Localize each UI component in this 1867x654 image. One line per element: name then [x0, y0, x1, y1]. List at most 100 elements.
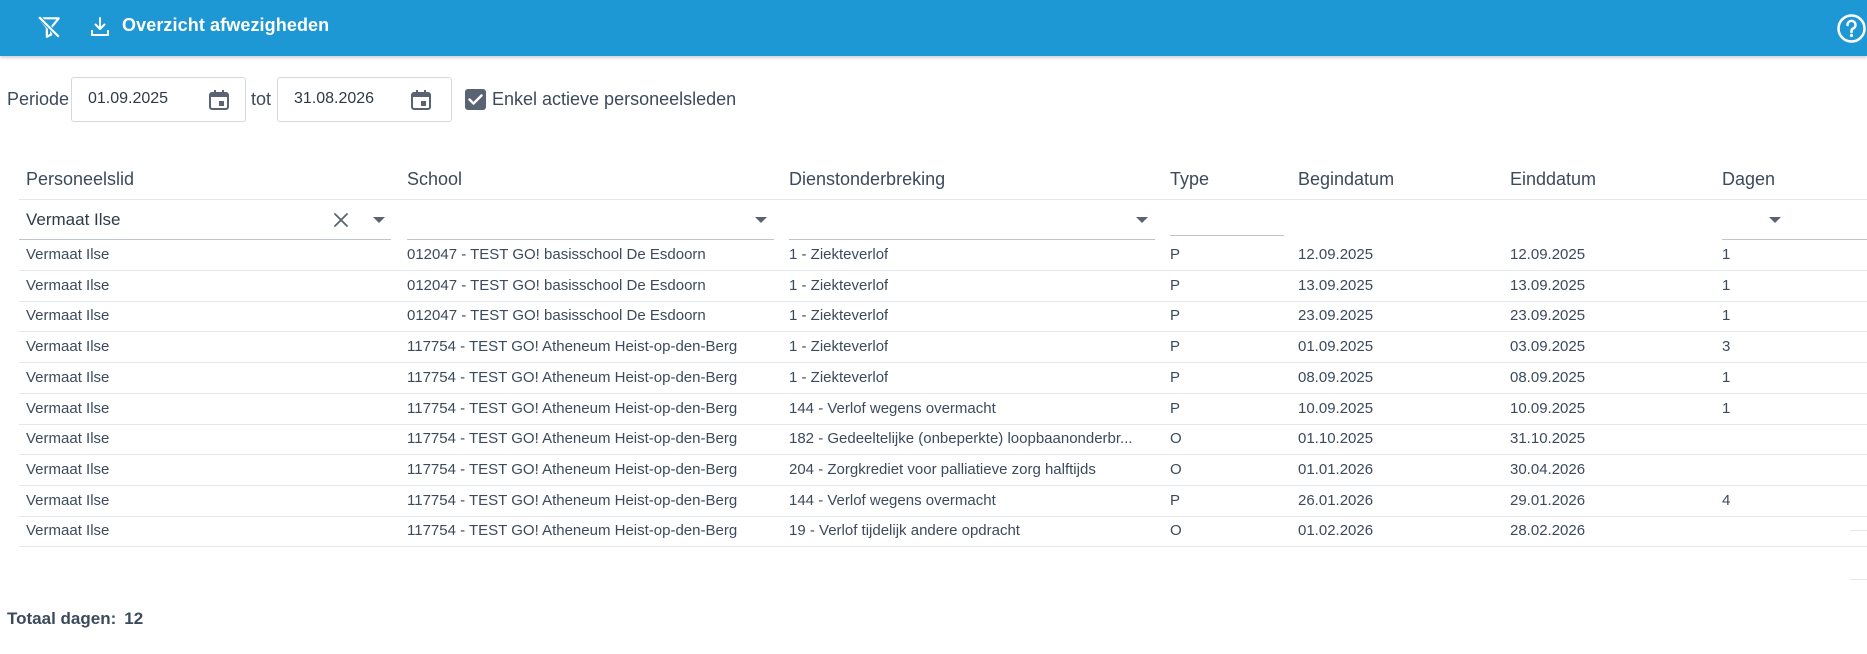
- total-days-label: Totaal dagen:: [7, 609, 117, 628]
- help-icon[interactable]: [1836, 13, 1867, 44]
- cell-dagen: 1: [1722, 368, 1731, 386]
- chevron-down-icon[interactable]: [1136, 217, 1148, 223]
- cell-dienstonderbreking: 144 - Verlof wegens overmacht: [789, 491, 996, 509]
- cell-personeelslid: Vermaat Ilse: [26, 460, 110, 478]
- cell-dienstonderbreking: 204 - Zorgkrediet voor palliatieve zorg …: [789, 460, 1096, 478]
- cell-personeelslid: Vermaat Ilse: [26, 430, 110, 448]
- cell-dagen: 3: [1722, 338, 1731, 356]
- cell-begindatum: 01.02.2026: [1298, 522, 1374, 540]
- cell-einddatum: 10.09.2025: [1510, 399, 1586, 417]
- cell-einddatum: 08.09.2025: [1510, 368, 1586, 386]
- table-row[interactable]: Vermaat Ilse 117754 - TEST GO! Atheneum H…: [19, 516, 1867, 548]
- chevron-down-icon[interactable]: [755, 217, 767, 223]
- only-active-label[interactable]: Enkel actieve personeelsleden: [492, 89, 736, 110]
- cell-type: O: [1170, 430, 1182, 448]
- cell-school: 117754 - TEST GO! Atheneum Heist-op-den-…: [407, 368, 738, 386]
- cell-begindatum: 26.01.2026: [1298, 491, 1374, 509]
- cell-dienstonderbreking: 19 - Verlof tijdelijk andere opdracht: [789, 522, 1020, 540]
- only-active-checkbox[interactable]: [465, 89, 486, 110]
- table-row[interactable]: Vermaat Ilse 012047 - TEST GO! basisschoo…: [19, 271, 1867, 302]
- cell-type: O: [1170, 460, 1182, 478]
- cell-school: 012047 - TEST GO! basisschool De Esdoorn: [407, 307, 706, 325]
- clear-icon[interactable]: [332, 211, 350, 229]
- column-header-dagen[interactable]: Dagen: [1722, 169, 1775, 190]
- column-header-einddatum[interactable]: Einddatum: [1510, 169, 1596, 190]
- cell-einddatum: 31.10.2025: [1510, 430, 1586, 448]
- date-to-input[interactable]: [294, 90, 404, 108]
- table-row[interactable]: Vermaat Ilse 117754 - TEST GO! Atheneum H…: [19, 363, 1867, 394]
- cell-personeelslid: Vermaat Ilse: [26, 338, 110, 356]
- cell-type: P: [1170, 307, 1181, 325]
- table-row[interactable]: Vermaat Ilse 117754 - TEST GO! Atheneum H…: [19, 455, 1867, 486]
- cell-personeelslid: Vermaat Ilse: [26, 491, 110, 509]
- cell-einddatum: 13.09.2025: [1510, 276, 1586, 294]
- filter-dienstonderbreking[interactable]: [789, 200, 1155, 240]
- table-row[interactable]: Vermaat Ilse 117754 - TEST GO! Atheneum H…: [19, 424, 1867, 456]
- date-from-input[interactable]: [88, 90, 198, 108]
- cell-begindatum: 12.09.2025: [1298, 246, 1374, 263]
- column-header-dienstonderbreking[interactable]: Dienstonderbreking: [789, 169, 945, 190]
- date-to-field[interactable]: [277, 77, 452, 122]
- calendar-icon[interactable]: [409, 88, 433, 112]
- filter-school[interactable]: [407, 200, 774, 240]
- cell-einddatum: 28.02.2026: [1510, 522, 1586, 540]
- chevron-down-icon[interactable]: [1769, 217, 1781, 223]
- download-icon[interactable]: [90, 16, 110, 38]
- filter-type[interactable]: [1170, 200, 1284, 236]
- cell-personeelslid: Vermaat Ilse: [26, 399, 110, 417]
- cell-school: 117754 - TEST GO! Atheneum Heist-op-den-…: [407, 522, 738, 540]
- table-row[interactable]: Vermaat Ilse 012047 - TEST GO! basisschoo…: [19, 301, 1867, 333]
- cell-dienstonderbreking: 1 - Ziekteverlof: [789, 368, 889, 386]
- table-row[interactable]: Vermaat Ilse 117754 - TEST GO! Atheneum H…: [19, 332, 1867, 364]
- cell-dienstonderbreking: 182 - Gedeeltelijke (onbeperkte) loopbaa…: [789, 430, 1133, 448]
- cell-school: 117754 - TEST GO! Atheneum Heist-op-den-…: [407, 430, 738, 448]
- cell-dienstonderbreking: 144 - Verlof wegens overmacht: [789, 399, 996, 417]
- cell-dienstonderbreking: 1 - Ziekteverlof: [789, 276, 889, 294]
- cell-type: P: [1170, 276, 1181, 294]
- cell-personeelslid: Vermaat Ilse: [26, 522, 110, 540]
- cell-type: P: [1170, 399, 1181, 417]
- cell-school: 012047 - TEST GO! basisschool De Esdoorn: [407, 246, 706, 263]
- table-row[interactable]: Vermaat Ilse 117754 - TEST GO! Atheneum H…: [19, 394, 1867, 425]
- cell-dienstonderbreking: 1 - Ziekteverlof: [789, 338, 889, 356]
- column-header-school[interactable]: School: [407, 169, 462, 190]
- cell-type: P: [1170, 368, 1181, 386]
- column-header-personeelslid[interactable]: Personeelslid: [26, 169, 134, 190]
- cell-einddatum: 03.09.2025: [1510, 338, 1586, 356]
- column-header-begindatum[interactable]: Begindatum: [1298, 169, 1394, 190]
- table-row[interactable]: Vermaat Ilse 012047 - TEST GO! basisschoo…: [19, 240, 1867, 271]
- cell-begindatum: 01.01.2026: [1298, 460, 1374, 478]
- periode-label: Periode: [7, 89, 70, 109]
- chevron-down-icon[interactable]: [373, 217, 385, 223]
- filter-off-icon[interactable]: [36, 14, 62, 40]
- filter-personeelslid-value[interactable]: Vermaat Ilse: [26, 210, 121, 230]
- cell-begindatum: 01.10.2025: [1298, 430, 1374, 448]
- cell-begindatum: 08.09.2025: [1298, 368, 1374, 386]
- total-days-value: 12: [124, 609, 144, 628]
- page-title[interactable]: Overzicht afwezigheden: [122, 15, 329, 36]
- filter-personeelslid[interactable]: Vermaat Ilse: [19, 200, 391, 240]
- cell-personeelslid: Vermaat Ilse: [26, 246, 110, 263]
- cell-einddatum: 23.09.2025: [1510, 307, 1586, 325]
- tot-label: tot: [251, 89, 272, 109]
- cell-personeelslid: Vermaat Ilse: [26, 368, 110, 386]
- cell-school: 117754 - TEST GO! Atheneum Heist-op-den-…: [407, 399, 738, 417]
- cell-dienstonderbreking: 1 - Ziekteverlof: [789, 246, 889, 263]
- cell-einddatum: 29.01.2026: [1510, 491, 1586, 509]
- cell-begindatum: 10.09.2025: [1298, 399, 1374, 417]
- cell-dagen: 1: [1722, 307, 1731, 325]
- cell-school: 117754 - TEST GO! Atheneum Heist-op-den-…: [407, 460, 738, 478]
- cell-begindatum: 01.09.2025: [1298, 338, 1374, 356]
- cell-type: P: [1170, 246, 1181, 263]
- cell-begindatum: 13.09.2025: [1298, 276, 1374, 294]
- cell-dagen: 4: [1722, 491, 1731, 509]
- date-from-field[interactable]: [71, 77, 246, 122]
- calendar-icon[interactable]: [207, 88, 231, 112]
- table-row[interactable]: Vermaat Ilse 117754 - TEST GO! Atheneum H…: [19, 486, 1867, 517]
- cell-dagen: 1: [1722, 246, 1731, 263]
- column-header-type[interactable]: Type: [1170, 169, 1209, 190]
- cell-school: 012047 - TEST GO! basisschool De Esdoorn: [407, 276, 706, 294]
- cell-school: 117754 - TEST GO! Atheneum Heist-op-den-…: [407, 338, 738, 356]
- cell-dienstonderbreking: 1 - Ziekteverlof: [789, 307, 889, 325]
- filter-dagen[interactable]: [1722, 200, 1867, 240]
